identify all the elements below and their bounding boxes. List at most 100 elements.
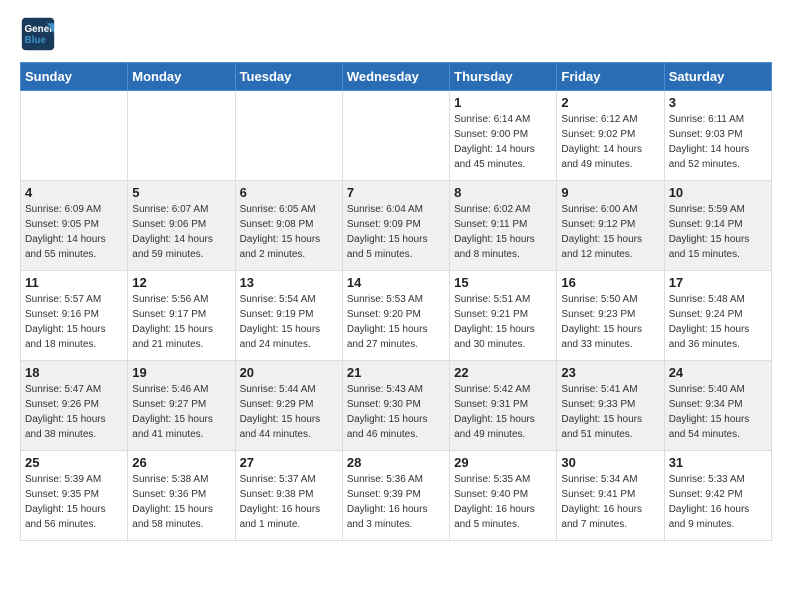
weekday-header-saturday: Saturday [664, 63, 771, 91]
day-info: Sunrise: 5:40 AM Sunset: 9:34 PM Dayligh… [669, 382, 767, 442]
calendar-cell: 4Sunrise: 6:09 AM Sunset: 9:05 PM Daylig… [21, 181, 128, 271]
calendar-cell: 16 Sunrise: 5:50 AM Sunset: 9:23 PM Dayli… [557, 271, 664, 361]
day-number: 23 [561, 365, 659, 380]
calendar-cell: 31 Sunrise: 5:33 AM Sunset: 9:42 PM Dayli… [664, 451, 771, 541]
day-info: Sunrise: 6:04 AM Sunset: 9:09 PM Dayligh… [347, 202, 445, 262]
calendar-table: SundayMondayTuesdayWednesdayThursdayFrid… [20, 62, 772, 541]
day-number: 31 [669, 455, 767, 470]
weekday-header-thursday: Thursday [450, 63, 557, 91]
calendar-cell: 17Sunrise: 5:48 AM Sunset: 9:24 PM Dayli… [664, 271, 771, 361]
day-number: 9 [561, 185, 659, 200]
day-info: Sunrise: 6:14 AM Sunset: 9:00 PM Dayligh… [454, 112, 552, 172]
weekday-header-friday: Friday [557, 63, 664, 91]
calendar-week-row: 18Sunrise: 5:47 AM Sunset: 9:26 PM Dayli… [21, 361, 772, 451]
day-info: Sunrise: 5:59 AM Sunset: 9:14 PM Dayligh… [669, 202, 767, 262]
day-number: 22 [454, 365, 552, 380]
day-number: 17 [669, 275, 767, 290]
calendar-cell: 27 Sunrise: 5:37 AM Sunset: 9:38 PM Dayli… [235, 451, 342, 541]
calendar-week-row: 11 Sunrise: 5:57 AM Sunset: 9:16 PM Dayli… [21, 271, 772, 361]
day-number: 7 [347, 185, 445, 200]
day-number: 28 [347, 455, 445, 470]
day-number: 16 [561, 275, 659, 290]
day-number: 26 [132, 455, 230, 470]
day-info: Sunrise: 5:56 AM Sunset: 9:17 PM Dayligh… [132, 292, 230, 352]
calendar-week-row: 1 Sunrise: 6:14 AM Sunset: 9:00 PM Daylig… [21, 91, 772, 181]
calendar-cell: 28 Sunrise: 5:36 AM Sunset: 9:39 PM Dayli… [342, 451, 449, 541]
day-number: 27 [240, 455, 338, 470]
svg-text:Blue: Blue [25, 35, 47, 46]
day-info: Sunrise: 6:00 AM Sunset: 9:12 PM Dayligh… [561, 202, 659, 262]
day-number: 14 [347, 275, 445, 290]
calendar-cell: 8Sunrise: 6:02 AM Sunset: 9:11 PM Daylig… [450, 181, 557, 271]
calendar-cell: 5 Sunrise: 6:07 AM Sunset: 9:06 PM Daylig… [128, 181, 235, 271]
calendar-cell: 9 Sunrise: 6:00 AM Sunset: 9:12 PM Daylig… [557, 181, 664, 271]
calendar-cell: 19 Sunrise: 5:46 AM Sunset: 9:27 PM Dayli… [128, 361, 235, 451]
day-info: Sunrise: 5:34 AM Sunset: 9:41 PM Dayligh… [561, 472, 659, 532]
calendar-cell: 10Sunrise: 5:59 AM Sunset: 9:14 PM Dayli… [664, 181, 771, 271]
page: General Blue SundayMondayTuesdayWednesda… [0, 0, 792, 557]
calendar-cell: 24 Sunrise: 5:40 AM Sunset: 9:34 PM Dayli… [664, 361, 771, 451]
day-info: Sunrise: 5:38 AM Sunset: 9:36 PM Dayligh… [132, 472, 230, 532]
calendar-cell: 18Sunrise: 5:47 AM Sunset: 9:26 PM Dayli… [21, 361, 128, 451]
calendar-cell: 22 Sunrise: 5:42 AM Sunset: 9:31 PM Dayli… [450, 361, 557, 451]
day-info: Sunrise: 5:44 AM Sunset: 9:29 PM Dayligh… [240, 382, 338, 442]
calendar-week-row: 25 Sunrise: 5:39 AM Sunset: 9:35 PM Dayli… [21, 451, 772, 541]
day-number: 21 [347, 365, 445, 380]
day-number: 1 [454, 95, 552, 110]
calendar-week-row: 4Sunrise: 6:09 AM Sunset: 9:05 PM Daylig… [21, 181, 772, 271]
day-number: 15 [454, 275, 552, 290]
day-info: Sunrise: 6:12 AM Sunset: 9:02 PM Dayligh… [561, 112, 659, 172]
calendar-cell: 29Sunrise: 5:35 AM Sunset: 9:40 PM Dayli… [450, 451, 557, 541]
calendar-cell: 23 Sunrise: 5:41 AM Sunset: 9:33 PM Dayli… [557, 361, 664, 451]
day-number: 3 [669, 95, 767, 110]
calendar-cell [128, 91, 235, 181]
weekday-header-tuesday: Tuesday [235, 63, 342, 91]
weekday-header-row: SundayMondayTuesdayWednesdayThursdayFrid… [21, 63, 772, 91]
day-info: Sunrise: 5:43 AM Sunset: 9:30 PM Dayligh… [347, 382, 445, 442]
day-info: Sunrise: 5:36 AM Sunset: 9:39 PM Dayligh… [347, 472, 445, 532]
calendar-cell: 25 Sunrise: 5:39 AM Sunset: 9:35 PM Dayli… [21, 451, 128, 541]
day-info: Sunrise: 5:54 AM Sunset: 9:19 PM Dayligh… [240, 292, 338, 352]
day-number: 24 [669, 365, 767, 380]
day-info: Sunrise: 5:42 AM Sunset: 9:31 PM Dayligh… [454, 382, 552, 442]
day-number: 20 [240, 365, 338, 380]
day-number: 25 [25, 455, 123, 470]
day-number: 11 [25, 275, 123, 290]
calendar-cell: 11 Sunrise: 5:57 AM Sunset: 9:16 PM Dayli… [21, 271, 128, 361]
calendar-cell [342, 91, 449, 181]
calendar-cell: 20 Sunrise: 5:44 AM Sunset: 9:29 PM Dayli… [235, 361, 342, 451]
header: General Blue [20, 16, 772, 52]
day-info: Sunrise: 6:11 AM Sunset: 9:03 PM Dayligh… [669, 112, 767, 172]
calendar-cell: 3 Sunrise: 6:11 AM Sunset: 9:03 PM Daylig… [664, 91, 771, 181]
day-number: 30 [561, 455, 659, 470]
day-info: Sunrise: 6:07 AM Sunset: 9:06 PM Dayligh… [132, 202, 230, 262]
day-number: 12 [132, 275, 230, 290]
day-info: Sunrise: 5:53 AM Sunset: 9:20 PM Dayligh… [347, 292, 445, 352]
day-number: 19 [132, 365, 230, 380]
calendar-cell: 13 Sunrise: 5:54 AM Sunset: 9:19 PM Dayli… [235, 271, 342, 361]
day-info: Sunrise: 5:57 AM Sunset: 9:16 PM Dayligh… [25, 292, 123, 352]
day-number: 29 [454, 455, 552, 470]
day-info: Sunrise: 5:50 AM Sunset: 9:23 PM Dayligh… [561, 292, 659, 352]
day-number: 4 [25, 185, 123, 200]
calendar-cell: 21 Sunrise: 5:43 AM Sunset: 9:30 PM Dayli… [342, 361, 449, 451]
day-info: Sunrise: 5:39 AM Sunset: 9:35 PM Dayligh… [25, 472, 123, 532]
calendar-cell: 15 Sunrise: 5:51 AM Sunset: 9:21 PM Dayli… [450, 271, 557, 361]
day-number: 6 [240, 185, 338, 200]
day-info: Sunrise: 5:51 AM Sunset: 9:21 PM Dayligh… [454, 292, 552, 352]
calendar-cell: 14 Sunrise: 5:53 AM Sunset: 9:20 PM Dayli… [342, 271, 449, 361]
day-info: Sunrise: 5:33 AM Sunset: 9:42 PM Dayligh… [669, 472, 767, 532]
day-number: 5 [132, 185, 230, 200]
day-info: Sunrise: 5:47 AM Sunset: 9:26 PM Dayligh… [25, 382, 123, 442]
calendar-cell [235, 91, 342, 181]
calendar-cell: 7 Sunrise: 6:04 AM Sunset: 9:09 PM Daylig… [342, 181, 449, 271]
calendar-cell: 26 Sunrise: 5:38 AM Sunset: 9:36 PM Dayli… [128, 451, 235, 541]
day-info: Sunrise: 5:46 AM Sunset: 9:27 PM Dayligh… [132, 382, 230, 442]
calendar-cell: 2Sunrise: 6:12 AM Sunset: 9:02 PM Daylig… [557, 91, 664, 181]
day-number: 13 [240, 275, 338, 290]
day-info: Sunrise: 5:41 AM Sunset: 9:33 PM Dayligh… [561, 382, 659, 442]
calendar-cell: 6Sunrise: 6:05 AM Sunset: 9:08 PM Daylig… [235, 181, 342, 271]
day-info: Sunrise: 5:37 AM Sunset: 9:38 PM Dayligh… [240, 472, 338, 532]
logo-icon: General Blue [20, 16, 56, 52]
calendar-cell: 1 Sunrise: 6:14 AM Sunset: 9:00 PM Daylig… [450, 91, 557, 181]
